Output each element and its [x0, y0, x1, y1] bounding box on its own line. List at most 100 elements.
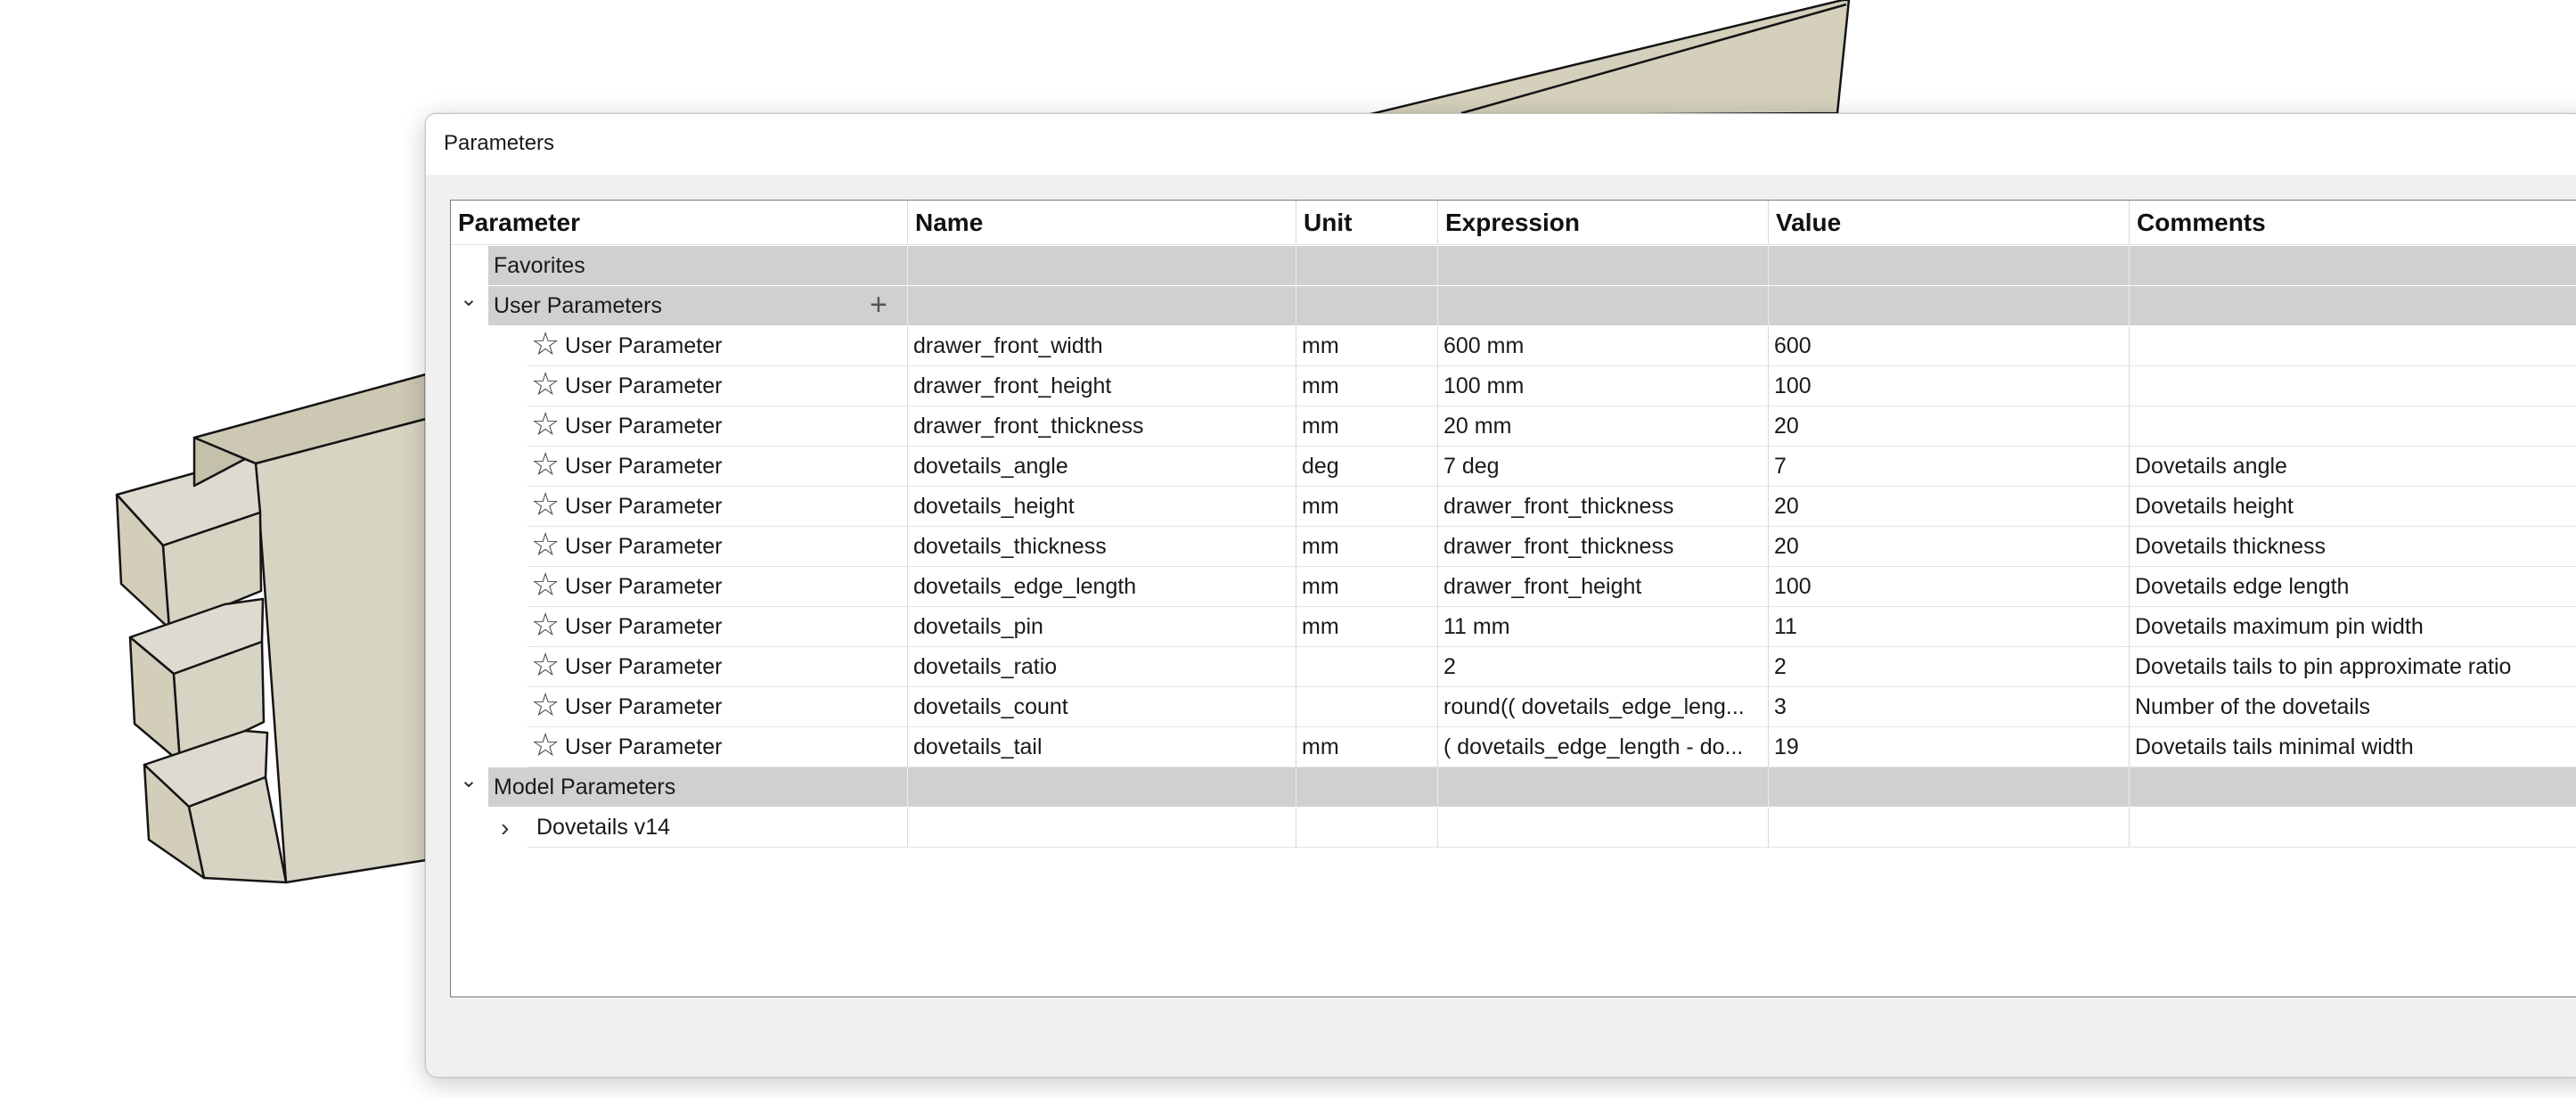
table-row[interactable]: ☆ User Parameter dovetails_height mm drawer_… — [451, 487, 2576, 527]
group-empty-cell — [2130, 246, 2576, 286]
group-empty-cell — [1438, 286, 1769, 326]
dialog-titlebar[interactable]: Parameters — [426, 114, 2576, 175]
expression-cell[interactable]: 11 mm — [1438, 607, 1769, 647]
value-cell: 11 — [1769, 607, 2130, 647]
parameter-type-label: User Parameter — [565, 734, 723, 759]
plus-icon[interactable]: + — [870, 286, 887, 326]
unit-cell: mm — [1296, 567, 1438, 607]
column-header-expression[interactable]: Expression — [1438, 201, 1769, 245]
parameter-type-cell: ☆ User Parameter — [527, 487, 908, 527]
unit-cell — [1296, 687, 1438, 727]
column-header-value[interactable]: Value — [1769, 201, 2130, 245]
star-outline-icon[interactable]: ☆ — [531, 447, 565, 482]
group-label-cell: Model Parameters — [488, 767, 908, 808]
comment-cell[interactable]: Dovetails tails to pin approximate ratio — [2130, 647, 2576, 687]
group-row-favorites[interactable]: Favorites — [451, 246, 2576, 286]
chevron-down-icon[interactable]: ⌄ — [460, 286, 478, 326]
empty-cell — [908, 808, 1296, 848]
empty-cell — [1438, 808, 1769, 848]
expression-cell[interactable]: drawer_front_thickness — [1438, 527, 1769, 567]
parameter-type-label: User Parameter — [565, 654, 723, 679]
parameters-table[interactable]: Parameter Name Unit Expression Value Com… — [450, 200, 2576, 997]
parameter-type-cell: ☆ User Parameter — [527, 406, 908, 447]
group-empty-cell — [1438, 767, 1769, 808]
star-outline-icon[interactable]: ☆ — [531, 366, 565, 402]
parameter-type-label: User Parameter — [565, 574, 723, 599]
comment-cell[interactable]: Dovetails edge length — [2130, 567, 2576, 607]
name-cell: dovetails_count — [908, 687, 1296, 727]
column-header-comments[interactable]: Comments — [2130, 201, 2576, 245]
unit-cell: mm — [1296, 487, 1438, 527]
group-row-user-parameters[interactable]: ⌄ User Parameters + — [451, 286, 2576, 326]
comment-cell[interactable] — [2130, 326, 2576, 366]
model-component-label: Dovetails v14 — [536, 815, 671, 840]
star-outline-icon[interactable]: ☆ — [531, 527, 565, 562]
value-cell: 3 — [1769, 687, 2130, 727]
table-row[interactable]: ☆ User Parameter dovetails_ratio 2 2 Dovetail… — [451, 647, 2576, 687]
expression-cell[interactable]: 7 deg — [1438, 447, 1769, 487]
parameters-dialog[interactable]: Parameters Parameter Name Unit Expressio… — [425, 113, 2576, 1078]
group-row-model-parameters[interactable]: ⌄ Model Parameters — [451, 767, 2576, 808]
star-outline-icon[interactable]: ☆ — [531, 326, 565, 362]
table-row[interactable]: ☆ User Parameter drawer_front_thickness mm 2… — [451, 406, 2576, 447]
comment-cell[interactable]: Dovetails maximum pin width — [2130, 607, 2576, 647]
table-row[interactable]: ☆ User Parameter dovetails_pin mm 11 mm 11 Dov… — [451, 607, 2576, 647]
star-outline-icon[interactable]: ☆ — [531, 687, 565, 723]
star-outline-icon[interactable]: ☆ — [531, 647, 565, 683]
table-row[interactable]: ☆ User Parameter drawer_front_height mm 100 … — [451, 366, 2576, 406]
group-label: Favorites — [494, 253, 585, 278]
value-cell: 20 — [1769, 527, 2130, 567]
parameter-type-cell: ☆ User Parameter — [527, 326, 908, 366]
expression-cell[interactable]: drawer_front_height — [1438, 567, 1769, 607]
table-row[interactable]: ☆ User Parameter dovetails_thickness mm draw… — [451, 527, 2576, 567]
column-header-parameter[interactable]: Parameter — [451, 201, 908, 245]
expression-cell[interactable]: 20 mm — [1438, 406, 1769, 447]
parameter-type-label: User Parameter — [565, 614, 723, 639]
name-cell: dovetails_angle — [908, 447, 1296, 487]
expression-cell[interactable]: 100 mm — [1438, 366, 1769, 406]
comment-cell[interactable] — [2130, 406, 2576, 447]
expression-cell[interactable]: drawer_front_thickness — [1438, 487, 1769, 527]
parameter-type-label: User Parameter — [565, 373, 723, 398]
table-row[interactable]: ☆ User Parameter dovetails_angle deg 7 deg 7 D… — [451, 447, 2576, 487]
model-row[interactable]: Dovetails v14 › — [451, 808, 2576, 848]
column-header-unit[interactable]: Unit — [1296, 201, 1438, 245]
value-cell: 20 — [1769, 406, 2130, 447]
value-cell: 7 — [1769, 447, 2130, 487]
unit-cell: deg — [1296, 447, 1438, 487]
star-outline-icon[interactable]: ☆ — [531, 567, 565, 603]
star-outline-icon[interactable]: ☆ — [531, 607, 565, 643]
value-cell: 19 — [1769, 727, 2130, 767]
star-outline-icon[interactable]: ☆ — [531, 487, 565, 522]
expression-cell[interactable]: round(( dovetails_edge_leng... — [1438, 687, 1769, 727]
expression-cell[interactable]: 600 mm — [1438, 326, 1769, 366]
column-header-name[interactable]: Name — [908, 201, 1296, 245]
parameter-type-label: User Parameter — [565, 534, 723, 559]
table-row[interactable]: ☆ User Parameter dovetails_edge_length mm dr… — [451, 567, 2576, 607]
comment-cell[interactable]: Dovetails thickness — [2130, 527, 2576, 567]
comment-cell[interactable]: Dovetails height — [2130, 487, 2576, 527]
comment-cell[interactable]: Dovetails tails minimal width — [2130, 727, 2576, 767]
parameter-type-cell: ☆ User Parameter — [527, 647, 908, 687]
unit-cell: mm — [1296, 727, 1438, 767]
table-row[interactable]: ☆ User Parameter dovetails_count round(( do… — [451, 687, 2576, 727]
name-cell: dovetails_thickness — [908, 527, 1296, 567]
group-empty-cell — [1296, 286, 1438, 326]
star-outline-icon[interactable]: ☆ — [531, 406, 565, 442]
group-empty-cell — [1438, 246, 1769, 286]
comment-cell[interactable] — [2130, 366, 2576, 406]
parameter-type-label: User Parameter — [565, 333, 723, 358]
parameter-type-cell: ☆ User Parameter — [527, 447, 908, 487]
star-outline-icon[interactable]: ☆ — [531, 727, 565, 763]
table-row[interactable]: ☆ User Parameter dovetails_tail mm( dovetai… — [451, 727, 2576, 767]
comment-cell[interactable]: Number of the dovetails — [2130, 687, 2576, 727]
group-label-cell: User Parameters — [488, 286, 908, 326]
comment-cell[interactable]: Dovetails angle — [2130, 447, 2576, 487]
expression-cell[interactable]: 2 — [1438, 647, 1769, 687]
expression-cell[interactable]: ( dovetails_edge_length - do... — [1438, 727, 1769, 767]
chevron-down-icon[interactable]: ⌄ — [460, 767, 478, 808]
group-empty-cell — [1769, 767, 2130, 808]
value-cell: 2 — [1769, 647, 2130, 687]
table-row[interactable]: ☆ User Parameter drawer_front_width mm 600 m… — [451, 326, 2576, 366]
chevron-right-icon[interactable]: › — [501, 808, 509, 848]
